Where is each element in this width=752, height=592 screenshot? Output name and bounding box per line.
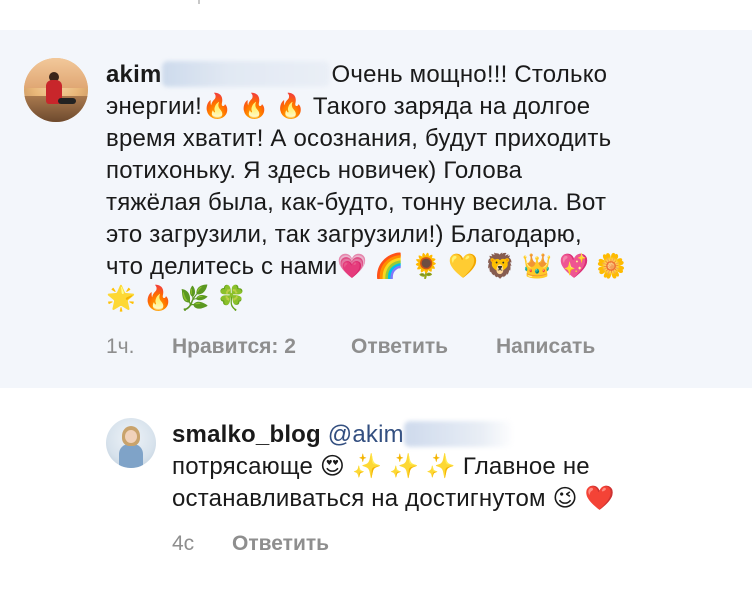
avatar-body: [119, 444, 143, 468]
comment-line: энергии!🔥 🔥 🔥 Такого заряда на долгое: [106, 93, 591, 120]
comment-line: Очень мощно!!! Столько: [331, 61, 608, 88]
avatar-legs: [58, 98, 76, 104]
comment-text: akim Очень мощно!!! Столько энергии!🔥 🔥 🔥…: [106, 59, 726, 315]
message-button[interactable]: Написать: [496, 335, 595, 359]
mention-link[interactable]: @akim: [328, 421, 404, 448]
previous-comment-remnant: [0, 0, 752, 30]
reply-line: останавливаться на достигнутом 😉 ❤️: [172, 485, 615, 512]
reply-username[interactable]: smalko_blog: [172, 421, 321, 448]
comment-line: тяжёлая была, как-будто, тонну весила. В…: [106, 189, 607, 216]
comment-line: это загрузили, так загрузили!) Благодарю…: [106, 221, 582, 248]
comment-line: время хватит! А осознания, будут приходи…: [106, 125, 612, 152]
reply-text: smalko_blog @akim потрясающе 😍 ✨ ✨ ✨ Гла…: [172, 419, 732, 515]
reply-button[interactable]: Ответить: [351, 335, 448, 359]
blurred-mention: [403, 421, 514, 447]
reply-meta: 4с Ответить: [172, 532, 572, 558]
avatar-face: [125, 430, 137, 443]
blurred-username: [161, 61, 330, 87]
comment-line: что делитесь с нами💗 🌈 🌻 💛 🦁 👑 💖 🌼: [106, 253, 627, 280]
comment-line: потихоньку. Я здесь новичек) Голова: [106, 157, 523, 184]
reply-time: 4с: [172, 532, 195, 555]
comment-time: 1ч.: [106, 335, 135, 358]
comment-line: 🌟 🔥 🌿 🍀: [106, 285, 247, 312]
comments-thread: akim Очень мощно!!! Столько энергии!🔥 🔥 🔥…: [0, 0, 752, 592]
avatar[interactable]: [106, 418, 156, 468]
reply-line: потрясающе 😍 ✨ ✨ ✨ Главное не: [172, 453, 590, 480]
reply-button[interactable]: Ответить: [232, 532, 329, 556]
divider-mark: [198, 0, 206, 4]
comment-username[interactable]: akim: [106, 61, 162, 88]
comment-meta: 1ч. Нравится: 2 Ответить Написать: [106, 335, 726, 361]
likes-count-button[interactable]: Нравится: 2: [172, 335, 296, 359]
avatar[interactable]: [24, 58, 88, 122]
